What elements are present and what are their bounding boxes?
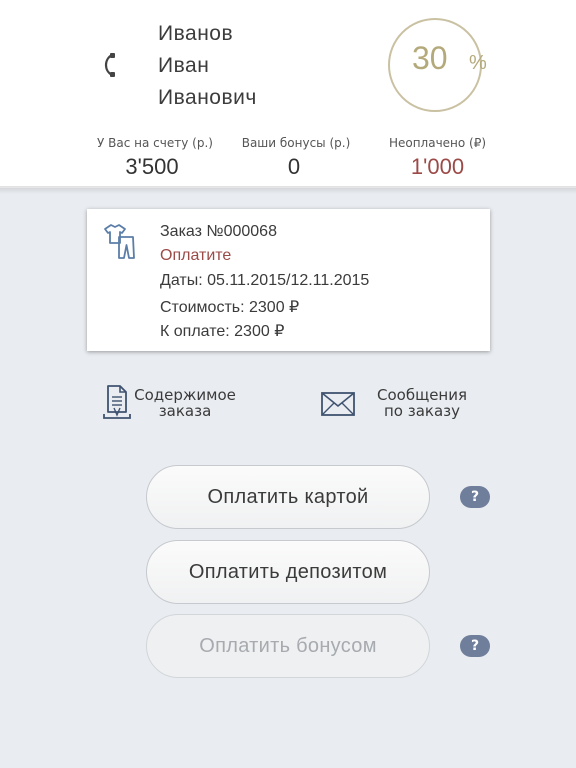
order-status: Оплатите — [160, 247, 232, 264]
discount-unit: % — [469, 52, 487, 74]
account-value: 3'500 — [125, 154, 179, 179]
bonus-value: 0 — [287, 154, 301, 179]
header-shadow — [0, 186, 576, 194]
pay-card-button[interactable]: Оплатить картой — [146, 465, 430, 529]
user-first-name: Иван — [158, 54, 210, 77]
pay-deposit-button[interactable]: Оплатить депозитом — [146, 540, 430, 604]
order-contents-line1: Содержимое — [134, 386, 236, 404]
phone-icon[interactable] — [100, 52, 118, 78]
pay-bonus-button[interactable]: Оплатить бонусом — [146, 614, 430, 678]
order-dates: Даты: 05.11.2015/12.11.2015 — [160, 272, 370, 289]
user-last-name: Иванов — [158, 22, 234, 45]
discount-value: 30 — [412, 40, 448, 76]
order-cost: Стоимость: 2300 ₽ — [160, 299, 300, 316]
document-icon[interactable] — [103, 384, 131, 420]
pay-bonus-help-button[interactable]: ? — [460, 635, 490, 657]
account-label: У Вас на счету (р.) — [97, 136, 213, 150]
order-messages-link[interactable]: Сообщения по заказу — [366, 387, 478, 419]
unpaid-label: Неоплачено (₽) — [388, 136, 487, 150]
pay-card-help-button[interactable]: ? — [460, 486, 490, 508]
order-messages-line1: Сообщения — [376, 386, 467, 404]
envelope-icon[interactable] — [320, 391, 356, 417]
order-card[interactable]: Заказ №000068 Оплатите Даты: 05.11.2015/… — [87, 209, 490, 351]
order-messages-line2: по заказу — [383, 402, 461, 420]
order-to-pay: К оплате: 2300 ₽ — [160, 323, 285, 340]
order-title: Заказ №000068 — [160, 223, 277, 240]
order-contents-line2: заказа — [158, 402, 212, 420]
unpaid-value: 1'000 — [410, 154, 465, 179]
order-contents-link[interactable]: Содержимое заказа — [130, 387, 240, 419]
clothes-icon — [104, 224, 135, 259]
bonus-label: Ваши бонусы (р.) — [241, 136, 351, 150]
user-middle-name: Иванович — [158, 86, 257, 109]
